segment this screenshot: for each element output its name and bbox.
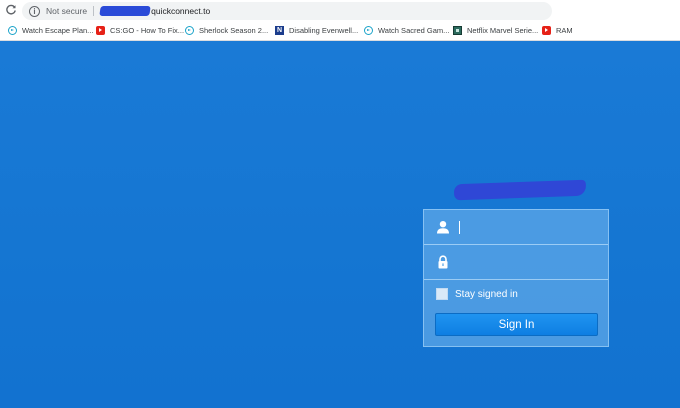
bookmark-ram[interactable]: RAM	[542, 26, 573, 35]
play-circle-icon	[364, 26, 373, 35]
bookmark-sherlock[interactable]: Sherlock Season 2...	[185, 26, 268, 35]
user-icon	[436, 220, 450, 234]
security-label[interactable]: Not secure	[46, 6, 87, 16]
username-input[interactable]	[456, 217, 598, 237]
info-icon[interactable]: i	[29, 5, 40, 17]
redacted-subdomain	[99, 6, 151, 16]
play-circle-icon	[185, 26, 194, 35]
omnibox[interactable]: i Not secure quickconnect.to	[22, 2, 552, 20]
divider	[93, 6, 95, 16]
reload-icon[interactable]	[4, 3, 18, 17]
address-bar: i Not secure quickconnect.to	[0, 0, 680, 22]
bookmark-csgo[interactable]: CS:GO - How To Fix...	[96, 26, 184, 35]
youtube-icon	[542, 26, 551, 35]
login-page: Stay signed in Sign In	[0, 41, 680, 408]
bookmarks-bar: Watch Escape Plan... CS:GO - How To Fix.…	[0, 22, 680, 41]
bookmark-disabling-evenwell[interactable]: N Disabling Evenwell...	[275, 26, 358, 35]
n-logo-icon: N	[275, 26, 284, 35]
redacted-title	[453, 179, 587, 201]
bookmark-watch-escape-plan[interactable]: Watch Escape Plan...	[8, 26, 93, 35]
bookmark-label: Netflix Marvel Serie...	[467, 26, 539, 35]
username-row	[424, 210, 608, 245]
text-cursor	[459, 221, 460, 234]
bookmark-label: RAM	[556, 26, 573, 35]
url-domain[interactable]: quickconnect.to	[151, 6, 210, 16]
lock-icon	[436, 255, 450, 269]
password-input[interactable]	[456, 252, 598, 272]
password-row	[424, 245, 608, 280]
stay-signed-in-label[interactable]: Stay signed in	[455, 289, 518, 300]
film-icon	[453, 26, 462, 35]
bookmark-netflix-marvel[interactable]: Netflix Marvel Serie...	[453, 26, 538, 35]
bookmark-label: Watch Sacred Gam...	[378, 26, 450, 35]
login-panel: Stay signed in Sign In	[423, 209, 609, 347]
stay-signed-in-row[interactable]: Stay signed in	[436, 288, 518, 300]
sign-in-button[interactable]: Sign In	[435, 313, 598, 336]
bookmark-label: Disabling Evenwell...	[289, 26, 359, 35]
bookmark-label: Watch Escape Plan...	[22, 26, 94, 35]
bookmark-label: CS:GO - How To Fix...	[110, 26, 185, 35]
youtube-icon	[96, 26, 105, 35]
stay-signed-in-checkbox[interactable]	[436, 288, 448, 300]
bookmark-label: Sherlock Season 2...	[199, 26, 269, 35]
play-circle-icon	[8, 26, 17, 35]
bookmark-sacred-games[interactable]: Watch Sacred Gam...	[364, 26, 449, 35]
